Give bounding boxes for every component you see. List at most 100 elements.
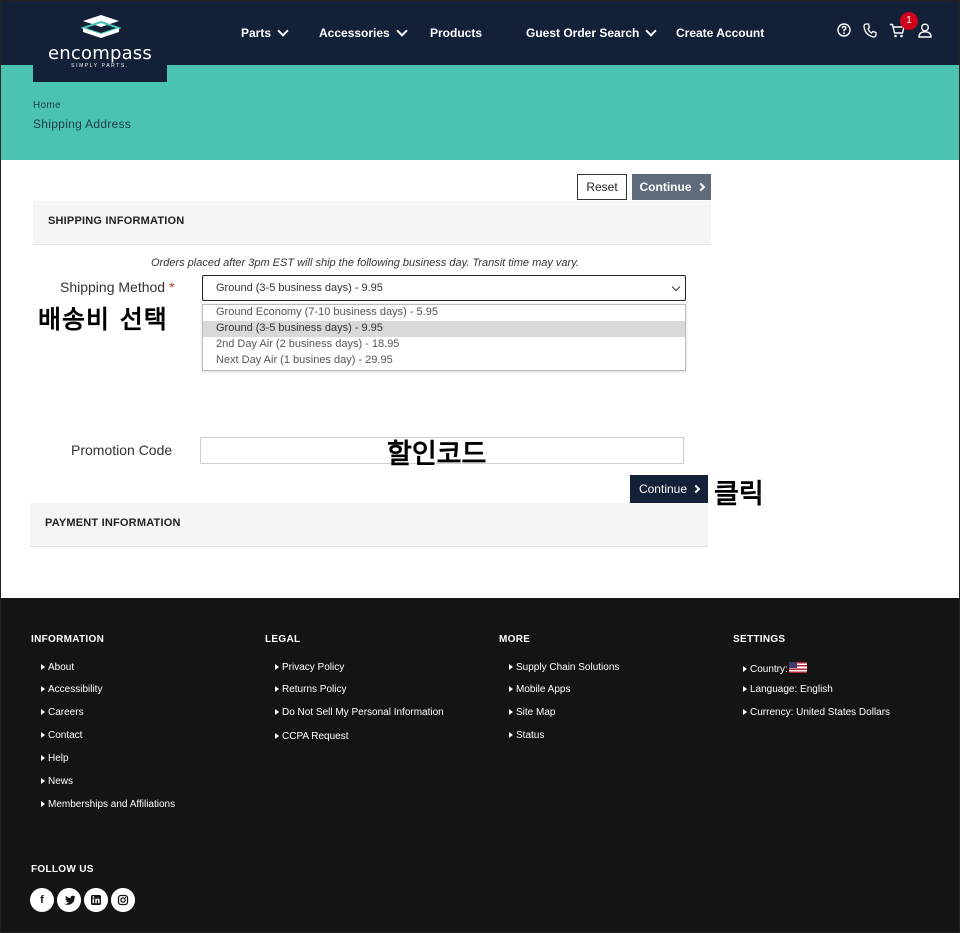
site-footer xyxy=(1,598,959,932)
help-icon[interactable] xyxy=(837,23,851,37)
caret-right-icon xyxy=(275,686,279,692)
footer-link-careers[interactable]: Careers xyxy=(41,707,84,718)
shipping-option[interactable]: 2nd Day Air (2 business days) - 18.95 xyxy=(203,337,685,353)
chevron-down-icon xyxy=(277,24,289,37)
nav-create-account[interactable]: Create Account xyxy=(676,1,764,65)
nav-guest-order-search[interactable]: Guest Order Search xyxy=(526,1,658,65)
footer-link-do-not-sell[interactable]: Do Not Sell My Personal Information xyxy=(275,707,444,718)
chevron-down-icon xyxy=(396,24,408,37)
footer-link-contact[interactable]: Contact xyxy=(41,730,82,741)
logo-mark-icon xyxy=(81,15,121,38)
footer-information-title: INFORMATION xyxy=(31,634,105,645)
footer-setting-label: Country: xyxy=(750,664,788,675)
facebook-icon[interactable]: f xyxy=(30,888,54,912)
page: encompass SIMPLY PARTS. Parts Accessorie… xyxy=(0,0,960,933)
footer-link-mobile-apps[interactable]: Mobile Apps xyxy=(509,684,570,695)
footer-follow-title: FOLLOW US xyxy=(31,864,94,875)
shipping-option[interactable]: Ground Economy (7-10 business days) - 5.… xyxy=(203,305,685,321)
shipping-option[interactable]: Next Day Air (1 busines day) - 29.95 xyxy=(203,353,685,369)
footer-settings-title: SETTINGS xyxy=(733,634,786,645)
annotation-promo-code: 할인코드 xyxy=(387,439,487,470)
caret-right-icon xyxy=(509,732,513,738)
footer-link-label: Do Not Sell My Personal Information xyxy=(282,707,444,718)
breadcrumb-home[interactable]: Home xyxy=(33,100,61,111)
shipping-method-selected: Ground (3-5 business days) - 9.95 xyxy=(216,282,383,294)
footer-link-label: Contact xyxy=(48,730,83,741)
nav-accessories-label: Accessories xyxy=(319,26,390,40)
reset-button[interactable]: Reset xyxy=(577,174,627,200)
user-icon[interactable] xyxy=(918,23,932,38)
caret-right-icon xyxy=(743,666,747,672)
caret-right-icon xyxy=(275,733,279,739)
caret-right-icon xyxy=(743,686,747,692)
footer-link-help[interactable]: Help xyxy=(41,753,69,764)
footer-link-ccpa-request[interactable]: CCPA Request xyxy=(275,731,349,742)
nav-parts[interactable]: Parts xyxy=(241,1,289,65)
footer-link-label: CCPA Request xyxy=(282,731,349,742)
footer-link-status[interactable]: Status xyxy=(509,730,544,741)
footer-link-site-map[interactable]: Site Map xyxy=(509,707,555,718)
shipping-information-title: SHIPPING INFORMATION xyxy=(48,215,185,227)
footer-link-returns-policy[interactable]: Returns Policy xyxy=(275,684,346,695)
footer-link-label: Site Map xyxy=(516,707,556,718)
caret-right-icon xyxy=(743,709,747,715)
caret-right-icon xyxy=(41,664,45,670)
shipping-option-selected[interactable]: Ground (3-5 business days) - 9.95 xyxy=(203,321,685,337)
required-mark: * xyxy=(168,279,175,295)
logo[interactable]: encompass SIMPLY PARTS. xyxy=(33,1,167,82)
caret-right-icon xyxy=(41,686,45,692)
footer-link-label: Supply Chain Solutions xyxy=(516,662,620,673)
chevron-right-icon xyxy=(696,182,705,192)
cart-count-badge: 1 xyxy=(900,12,918,30)
caret-right-icon xyxy=(41,755,45,761)
caret-right-icon xyxy=(275,664,279,670)
footer-link-supply-chain[interactable]: Supply Chain Solutions xyxy=(509,662,619,673)
caret-right-icon xyxy=(41,732,45,738)
footer-link-privacy-policy[interactable]: Privacy Policy xyxy=(275,662,344,673)
continue-button[interactable]: Continue xyxy=(630,475,708,503)
nav-accessories[interactable]: Accessories xyxy=(319,1,408,65)
footer-legal-title: LEGAL xyxy=(265,634,301,645)
chevron-down-icon xyxy=(645,24,658,37)
caret-right-icon xyxy=(509,686,513,692)
phone-icon[interactable] xyxy=(863,23,877,38)
footer-link-about[interactable]: About xyxy=(41,662,74,673)
us-flag-icon xyxy=(788,662,807,673)
shipping-method-label-text: Shipping Method xyxy=(60,279,166,295)
shipping-method-options: Ground Economy (7-10 business days) - 5.… xyxy=(202,304,686,371)
footer-setting-currency[interactable]: Currency: United States Dollars xyxy=(743,707,890,718)
footer-link-label: Help xyxy=(48,753,69,764)
shipping-method-select[interactable]: Ground (3-5 business days) - 9.95 xyxy=(202,275,686,301)
footer-link-label: About xyxy=(48,662,75,673)
footer-link-news[interactable]: News xyxy=(41,776,73,787)
nav-products[interactable]: Products xyxy=(430,1,482,65)
caret-right-icon xyxy=(41,709,45,715)
chevron-down-icon xyxy=(671,282,681,292)
footer-link-label: Accessibility xyxy=(48,684,103,695)
continue-label: Continue xyxy=(639,180,692,194)
breadcrumb-current: Shipping Address xyxy=(33,117,132,131)
footer-setting-language[interactable]: Language: English xyxy=(743,684,833,695)
footer-link-memberships[interactable]: Memberships and Affiliations xyxy=(41,799,175,810)
nav-parts-label: Parts xyxy=(241,26,272,40)
promotion-code-label: Promotion Code xyxy=(71,442,173,458)
annotation-click: 클릭 xyxy=(714,479,764,510)
brand-tagline: SIMPLY PARTS. xyxy=(71,63,129,69)
chevron-right-icon xyxy=(691,484,701,494)
annotation-shipping-select: 배송비 선택 xyxy=(38,305,168,334)
footer-link-label: Careers xyxy=(48,707,84,718)
caret-right-icon xyxy=(275,709,279,715)
nav-guest-order-search-label: Guest Order Search xyxy=(526,26,640,40)
linkedin-icon[interactable] xyxy=(84,888,108,912)
continue-button-top[interactable]: Continue xyxy=(632,174,711,200)
caret-right-icon xyxy=(41,778,45,784)
footer-more-title: MORE xyxy=(499,634,531,645)
caret-right-icon xyxy=(41,801,45,807)
footer-setting-country[interactable]: Country: xyxy=(743,662,807,675)
footer-setting-label: Language: English xyxy=(750,684,833,695)
twitter-icon[interactable] xyxy=(57,888,81,912)
brand-name: encompass xyxy=(48,43,152,64)
footer-link-accessibility[interactable]: Accessibility xyxy=(41,684,102,695)
footer-setting-label: Currency: United States Dollars xyxy=(750,707,891,718)
instagram-icon[interactable] xyxy=(111,888,135,912)
